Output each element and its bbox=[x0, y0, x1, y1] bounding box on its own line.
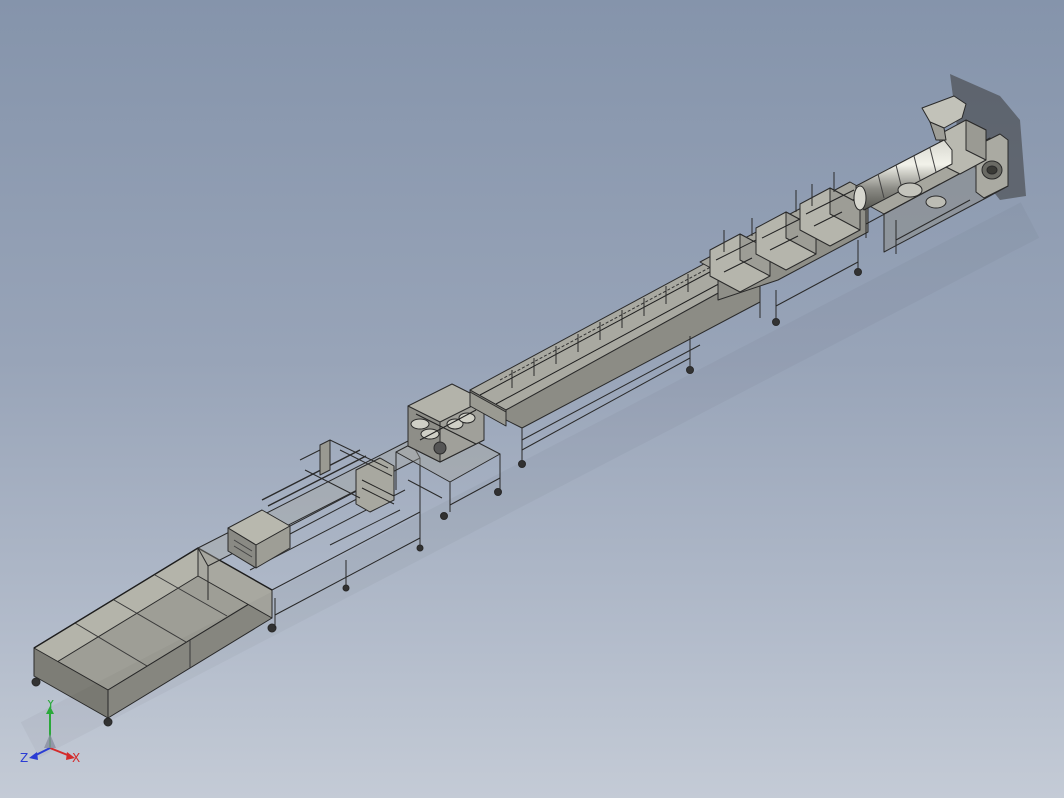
production-line-model[interactable] bbox=[0, 0, 1064, 798]
x-axis-label: X bbox=[72, 751, 80, 765]
z-axis-label: Z bbox=[20, 751, 28, 765]
cad-viewport[interactable]: Y X Z bbox=[0, 0, 1064, 798]
axis-triad: Y X Z bbox=[20, 700, 80, 765]
triad-center bbox=[44, 734, 56, 748]
y-axis-label: Y bbox=[46, 700, 55, 711]
z-axis-arrow bbox=[29, 752, 38, 760]
